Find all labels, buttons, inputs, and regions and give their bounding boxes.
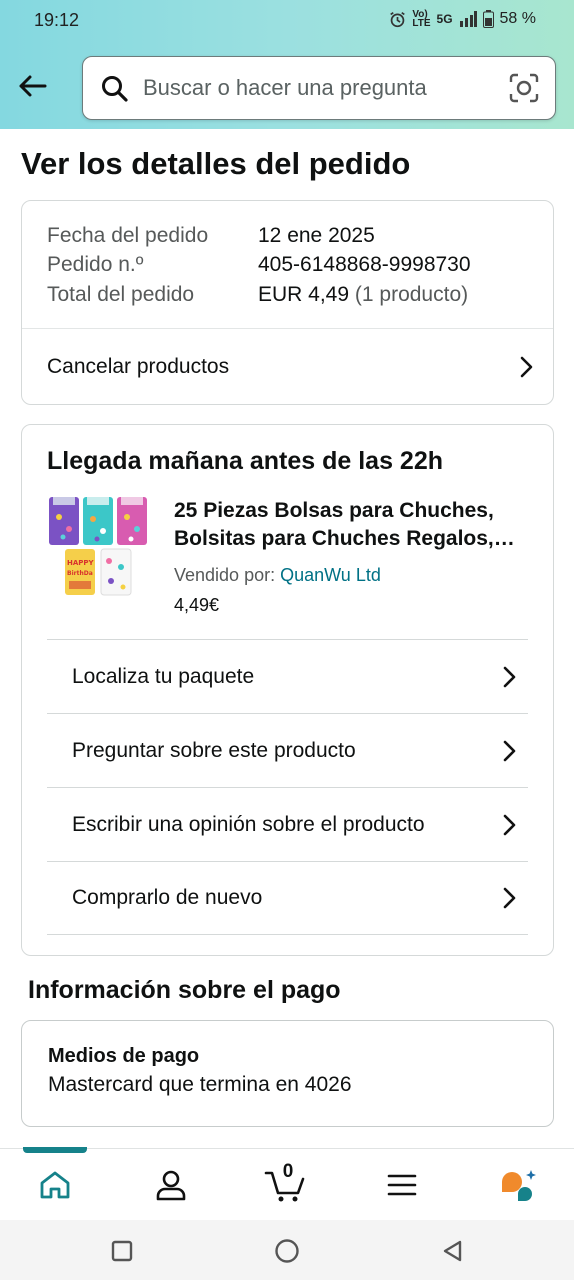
track-package-label: Localiza tu paquete	[72, 664, 255, 688]
payment-section-title: Información sobre el pago	[28, 976, 341, 1004]
seller-line: Vendido por: QuanWu Ltd	[174, 565, 381, 586]
page-title: Ver los detalles del pedido	[21, 146, 411, 181]
order-date-row: Fecha del pedido 12 ene 2025	[47, 221, 375, 251]
system-navigation-bar	[0, 1220, 574, 1280]
payment-method-value: Mastercard que termina en 4026	[48, 1073, 352, 1096]
status-bar: 19:12 Vo) LTE 5G 58 %	[0, 0, 574, 42]
order-total-row: Total del pedido EUR 4,49 (1 producto)	[47, 280, 468, 310]
volte-indicator: Vo) LTE	[412, 9, 431, 29]
active-tab-indicator	[23, 1147, 87, 1153]
order-total-value: EUR 4,49	[258, 283, 350, 306]
status-icons: Vo) LTE 5G 58 %	[389, 9, 536, 29]
recent-apps-button[interactable]	[107, 1236, 137, 1266]
track-package-link[interactable]: Localiza tu paquete	[47, 639, 528, 713]
product-thumbnail[interactable]: HAPPY BirthDa	[47, 495, 151, 599]
menu-icon	[387, 1174, 417, 1196]
order-total-label: Total del pedido	[47, 283, 195, 306]
ask-product-question-label: Preguntar sobre este producto	[72, 738, 356, 762]
svg-text:HAPPY: HAPPY	[67, 559, 95, 567]
cart-count: 0	[282, 1161, 294, 1182]
home-system-button[interactable]	[272, 1236, 302, 1266]
chevron-right-icon	[520, 356, 533, 378]
arrival-heading: Llegada mañana antes de las 22h	[47, 447, 443, 475]
arrow-left-icon	[19, 75, 47, 97]
network-type: 5G	[436, 12, 453, 26]
seller-link[interactable]: QuanWu Ltd	[280, 565, 381, 585]
battery-icon	[482, 10, 494, 28]
buy-again-label: Comprarlo de nuevo	[72, 886, 263, 909]
cancel-items-label: Cancelar productos	[47, 355, 230, 378]
nav-account[interactable]	[149, 1165, 193, 1205]
product-title-link[interactable]: 25 Piezas Bolsas para Chuches, Bolsitas …	[174, 497, 524, 553]
order-summary-card: Fecha del pedido 12 ene 2025 Pedido n.º 40…	[21, 200, 554, 405]
ask-product-question-link[interactable]: Preguntar sobre este producto	[47, 713, 528, 787]
order-number-label: Pedido n.º	[47, 253, 144, 276]
account-icon	[156, 1170, 186, 1201]
nav-cart[interactable]: 0	[264, 1161, 308, 1205]
camera-lens-icon[interactable]	[509, 73, 539, 108]
chevron-right-icon	[503, 740, 516, 761]
sold-by-label: Vendido por:	[174, 565, 276, 585]
back-button[interactable]	[14, 68, 50, 104]
search-icon	[101, 75, 129, 108]
signal-icon	[459, 11, 477, 27]
battery-level: 58 %	[499, 10, 536, 27]
order-number-row: Pedido n.º 405-6148868-9998730	[47, 250, 471, 280]
buy-again-link[interactable]: Comprarlo de nuevo	[47, 861, 528, 935]
chevron-right-icon	[503, 887, 516, 909]
alarm-icon	[389, 11, 406, 28]
payment-method-card: Medios de pago Mastercard que termina en…	[21, 1020, 554, 1127]
write-review-link[interactable]: Escribir una opinión sobre el producto	[47, 787, 528, 861]
back-system-button[interactable]	[437, 1236, 467, 1266]
cancel-items-link[interactable]: Cancelar productos	[47, 329, 533, 405]
header: 19:12 Vo) LTE 5G 58 %	[0, 0, 574, 129]
status-time: 19:12	[34, 10, 80, 30]
triangle-back-icon	[443, 1240, 462, 1262]
order-item-count: (1 producto)	[354, 283, 469, 306]
chevron-right-icon	[503, 814, 516, 835]
nav-rufus[interactable]	[496, 1165, 540, 1205]
search-bar[interactable]	[82, 56, 556, 120]
payment-method-heading: Medios de pago	[48, 1045, 200, 1067]
home-icon	[40, 1171, 70, 1199]
rufus-icon	[502, 1170, 536, 1201]
order-number-value: 405-6148868-9998730	[258, 253, 471, 276]
nav-home[interactable]	[33, 1165, 77, 1205]
square-icon	[111, 1240, 133, 1262]
product-price: 4,49€	[174, 595, 220, 615]
nav-menu[interactable]	[380, 1165, 424, 1205]
shipment-card: Llegada mañana antes de las 22h HAPPY Bi…	[21, 424, 554, 956]
circle-icon	[275, 1239, 299, 1263]
svg-text:BirthDa: BirthDa	[67, 570, 93, 577]
order-date-label: Fecha del pedido	[47, 224, 209, 247]
order-date-value: 12 ene 2025	[258, 224, 375, 247]
write-review-label: Escribir una opinión sobre el producto	[72, 812, 425, 836]
chevron-right-icon	[503, 666, 516, 687]
bottom-nav: 0	[0, 1147, 574, 1220]
search-input[interactable]	[143, 57, 503, 118]
